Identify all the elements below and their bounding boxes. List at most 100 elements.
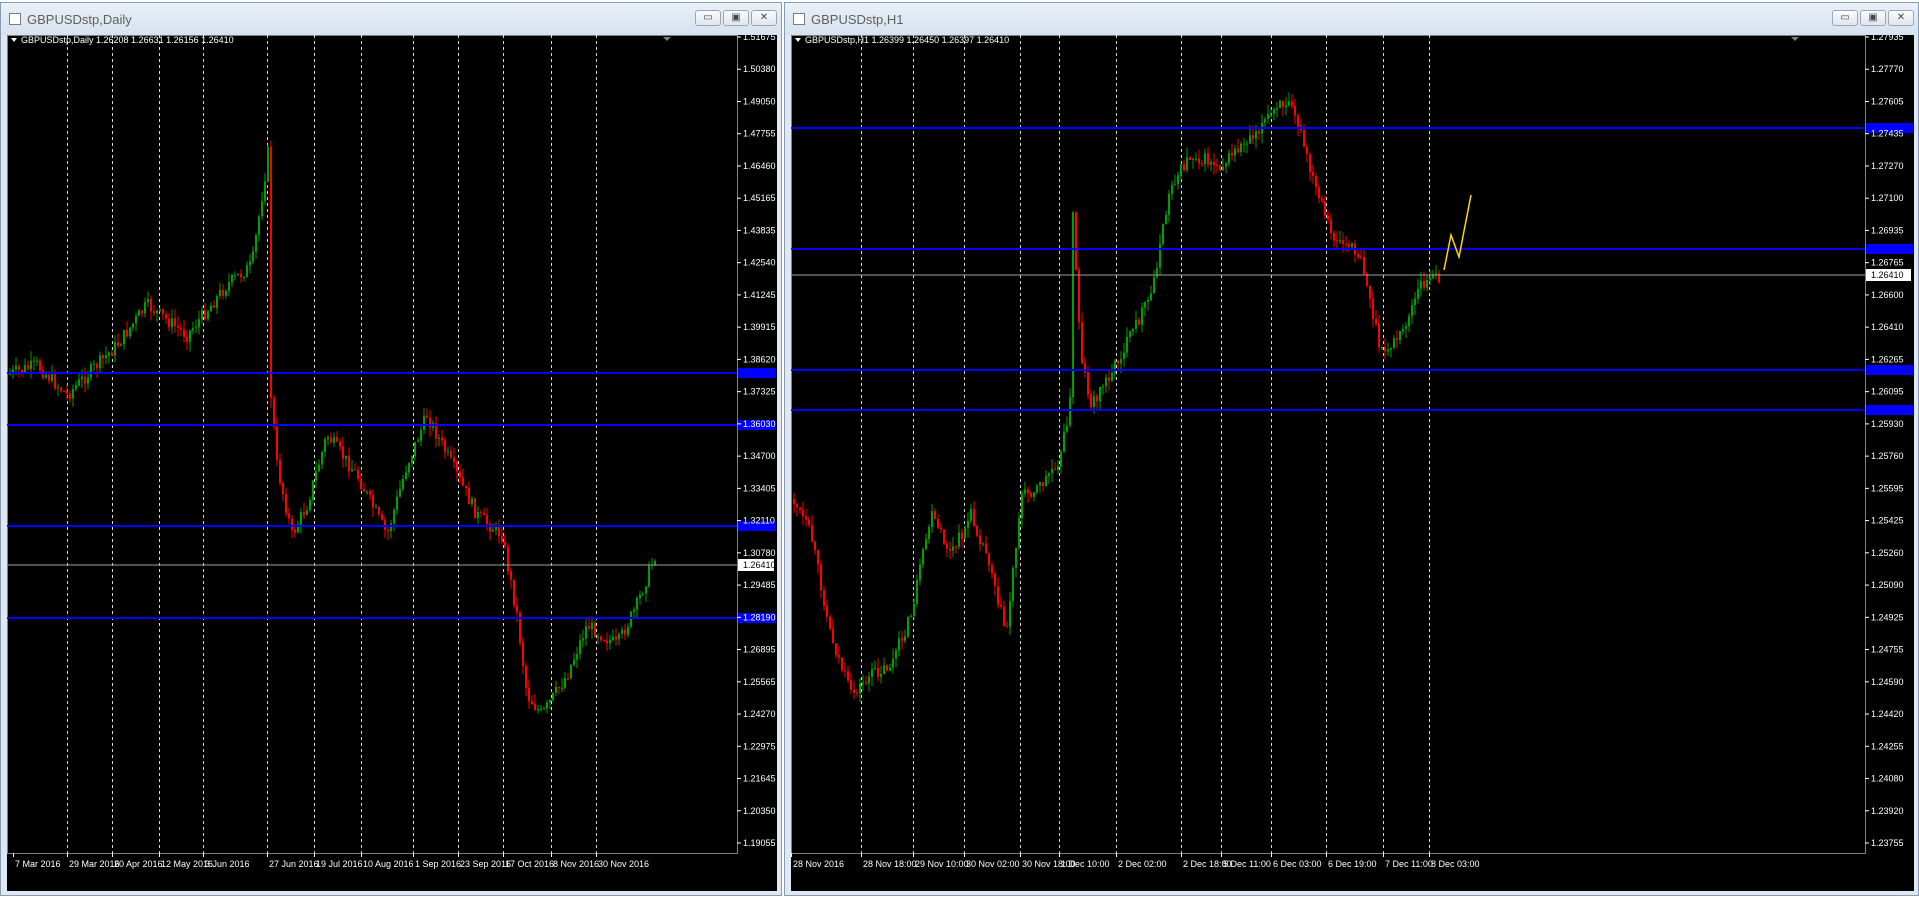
chart-window-h1[interactable]: GBPUSDstp,H1 ▭ ▣ ✕ 1.27935 1.27770 1.27605… — [784, 2, 1919, 896]
candle-body — [1264, 118, 1266, 123]
candle-body — [889, 667, 891, 671]
candle-body — [1195, 158, 1197, 160]
candle-body — [276, 426, 278, 461]
candle-body — [198, 319, 200, 328]
candle-body — [117, 342, 119, 346]
candle-body — [492, 530, 494, 532]
chart-background — [7, 35, 777, 891]
candle-body — [516, 605, 518, 613]
candle-body — [943, 529, 945, 544]
price-tick-label: 1.46460 — [743, 161, 776, 171]
candle-body — [1378, 323, 1380, 348]
candle-body — [60, 387, 62, 392]
candle-body — [820, 564, 822, 591]
chart-canvas[interactable]: 1.27935 1.27770 1.27605 1.27435 1.27270 1.271… — [791, 32, 1914, 891]
candle-body — [48, 374, 50, 381]
candle-body — [1267, 113, 1269, 119]
price-chart-daily[interactable]: 1.51675 1.50380 1.49050 1.47755 1.46460 1.451… — [7, 32, 777, 891]
candle-body — [811, 524, 813, 542]
candle-body — [1138, 319, 1140, 325]
candle-body — [348, 455, 350, 472]
candle-body — [1342, 240, 1344, 244]
candle-body — [961, 532, 963, 539]
time-tick-label: 3 Jun 2016 — [205, 859, 250, 869]
maximize-button[interactable]: ▣ — [1860, 10, 1886, 26]
candle-body — [919, 564, 921, 581]
candle-body — [519, 612, 521, 643]
candle-body — [1159, 243, 1161, 269]
close-button[interactable]: ✕ — [1888, 10, 1914, 26]
candle-body — [444, 440, 446, 453]
window-titlebar[interactable]: GBPUSDstp,H1 ▭ ▣ ✕ — [785, 3, 1918, 35]
candle-body — [45, 374, 47, 378]
price-tick-label: 1.37325 — [743, 387, 776, 397]
candle-body — [27, 365, 29, 369]
candle-body — [1024, 489, 1026, 494]
candle-body — [369, 491, 371, 495]
price-tick-label: 1.41245 — [743, 290, 776, 300]
price-tick-label: 1.25760 — [1871, 451, 1904, 461]
candle-body — [315, 471, 317, 481]
candle-body — [1189, 157, 1191, 160]
candle-body — [793, 499, 795, 505]
candle-body — [835, 643, 837, 656]
candle-body — [507, 546, 509, 572]
candle-body — [102, 355, 104, 359]
candle-body — [1375, 318, 1377, 324]
candle-body — [57, 387, 59, 389]
candle-body — [417, 440, 419, 442]
candle-body — [108, 352, 110, 356]
candle-body — [585, 626, 587, 639]
candle-body — [1234, 148, 1236, 156]
candle-body — [159, 308, 161, 311]
candle-body — [967, 520, 969, 528]
minimize-button[interactable]: ▭ — [1832, 10, 1858, 26]
candle-body — [1333, 232, 1335, 241]
close-button[interactable]: ✕ — [751, 10, 777, 26]
candle-body — [123, 329, 125, 345]
candle-body — [910, 615, 912, 617]
candle-body — [1417, 288, 1419, 299]
candle-body — [402, 478, 404, 489]
candle-body — [841, 657, 843, 671]
candle-body — [1345, 243, 1347, 245]
candle-body — [18, 366, 20, 370]
price-tick-label: 1.24420 — [1871, 709, 1904, 719]
candle-body — [234, 275, 236, 277]
candle-body — [603, 640, 605, 642]
chart-canvas[interactable]: 1.51675 1.50380 1.49050 1.47755 1.46460 1.451… — [7, 32, 777, 891]
candle-body — [1249, 135, 1251, 144]
candle-body — [994, 573, 996, 587]
maximize-button[interactable]: ▣ — [723, 10, 749, 26]
candle-body — [1177, 175, 1179, 185]
candle-body — [1060, 451, 1062, 467]
candle-body — [168, 318, 170, 328]
price-tick-label: 1.24080 — [1871, 774, 1904, 784]
minimize-button[interactable]: ▭ — [695, 10, 721, 26]
candle-body — [1435, 273, 1437, 275]
price-tick-label: 1.27100 — [1871, 193, 1904, 203]
candle-body — [309, 499, 311, 511]
candle-body — [63, 391, 65, 393]
candle-body — [267, 146, 269, 182]
candle-body — [132, 323, 134, 328]
candle-body — [639, 594, 641, 599]
ohlc-header: GBPUSDstp,Daily 1.26208 1.26631 1.26156 … — [21, 35, 234, 45]
candle-body — [1156, 268, 1158, 278]
candle-body — [228, 282, 230, 291]
candle-body — [997, 586, 999, 605]
candle-body — [1126, 336, 1128, 353]
candle-body — [1390, 348, 1392, 350]
candle-body — [210, 305, 212, 312]
candle-body — [1057, 466, 1059, 470]
candle-body — [1093, 396, 1095, 408]
candle-body — [93, 364, 95, 366]
candle-body — [339, 441, 341, 447]
price-chart-h1[interactable]: 1.27935 1.27770 1.27605 1.27435 1.27270 1.271… — [791, 32, 1914, 891]
candle-body — [976, 525, 978, 536]
candle-body — [1315, 175, 1317, 188]
window-titlebar[interactable]: GBPUSDstp,Daily ▭ ▣ ✕ — [1, 3, 781, 35]
price-tick-label: 1.24270 — [743, 709, 776, 719]
chart-window-daily[interactable]: GBPUSDstp,Daily ▭ ▣ ✕ 1.51675 1.50380 1.49… — [0, 2, 782, 896]
candle-body — [1099, 386, 1101, 402]
